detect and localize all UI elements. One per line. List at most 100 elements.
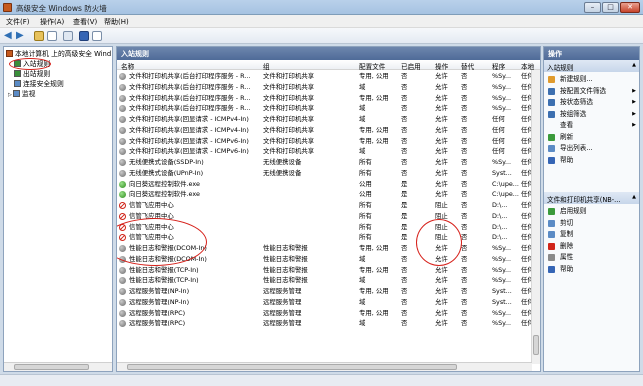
action-icon (548, 110, 555, 118)
action-label: 剪切 (560, 218, 574, 227)
selected-action-item-2[interactable]: 复制 (544, 229, 639, 240)
menu-help[interactable]: 帮助(H) (104, 17, 129, 27)
actions-pane: 操作 入站规则 ▲ 新建规则... 按配置文件筛选 ▶ 按状态筛选 ▶ 按组筛选 ▶ 查看 ▶ 刷… (543, 46, 640, 372)
maximize-button[interactable]: □ (602, 2, 619, 13)
action-label: 复制 (560, 230, 574, 238)
table-row[interactable]: 文件和打印机共享(后台打印程序服务 - R... 文件和打印机共享 域 否 允许 否 %Sy… (117, 82, 534, 93)
selected-action-item-0[interactable]: 启用规则 (544, 206, 639, 217)
table-row[interactable]: 无线便携式设备(UPnP-In) 无线便携设备 所有否允许否 Syst... 任何 (117, 168, 534, 179)
table-row[interactable]: 文件和打印机共享(后台打印程序服务 - R... 文件和打印机共享 专用, 公用 否 允… (117, 71, 534, 82)
table-row[interactable]: 信管飞应用中心 所有是阻止否 D:\... 任何 (117, 200, 534, 211)
selected-action-item-1[interactable]: 剪切 (544, 218, 639, 229)
help-icon[interactable] (79, 31, 89, 41)
action-icon (548, 242, 555, 250)
table-row[interactable]: 文件和打印机共享(回显请求 - ICMPv4-In) 文件和打印机共享 专用, 公用… (117, 125, 534, 136)
close-button[interactable]: ✕ (620, 2, 640, 13)
minimize-button[interactable]: – (584, 2, 601, 13)
properties-icon[interactable] (63, 31, 73, 41)
menu-action[interactable]: 操作(A) (40, 17, 64, 27)
up-folder-icon[interactable] (34, 31, 44, 41)
table-row[interactable]: 向日葵远程控制软件.exe 公用是允许否 C:\upe... 任何 (117, 179, 534, 190)
cell-name: 无线便携式设备(SSDP-In) (129, 158, 204, 166)
enabled-rule-icon (119, 191, 126, 199)
scroll-thumb[interactable] (533, 335, 539, 355)
cell-override: 否 (461, 179, 468, 188)
scroll-thumb[interactable] (14, 364, 89, 370)
selected-action-item-5[interactable]: 帮助 (544, 264, 639, 275)
action-item-1[interactable]: 按配置文件筛选 ▶ (544, 86, 639, 97)
actions-title: 操作 (544, 47, 639, 60)
selected-action-item-3[interactable]: 删除 (544, 241, 639, 252)
tree-horizontal-scrollbar[interactable] (4, 362, 112, 371)
table-row[interactable]: 性能日志和警报(TCP-In) 性能日志和警报 专用, 公用否允许否 %Sy... 任何 (117, 265, 534, 276)
col-program[interactable]: 程序 (492, 61, 505, 71)
cell-profile: 域 (359, 276, 366, 285)
table-row[interactable]: 远程服务管理(RPC) 远程服务管理域否允许否 %Sy... 任何 (117, 318, 534, 329)
menu-view[interactable]: 查看(V) (73, 17, 97, 27)
actions-section-selected[interactable]: 文件和打印机共享(NB-... ▲ (544, 192, 639, 204)
disabled-rule-icon (119, 83, 126, 91)
table-row[interactable]: 无线便携式设备(SSDP-In) 无线便携设备 所有否允许否 %Sy... 任何 (117, 157, 534, 168)
cell-group: 远程服务管理 (263, 287, 302, 295)
forward-arrow-icon[interactable]: ▶ (16, 31, 26, 41)
collapse-icon[interactable]: ▲ (632, 62, 636, 68)
cell-program: 任何 (492, 125, 505, 134)
action-item-2[interactable]: 按状态筛选 ▶ (544, 97, 639, 108)
cell-profile: 所有 (359, 201, 372, 209)
cell-program: %Sy... (492, 308, 512, 317)
action-item-5[interactable]: 刷新 (544, 132, 639, 143)
action-item-6[interactable]: 导出列表... (544, 143, 639, 154)
cell-override: 否 (461, 158, 468, 166)
col-profile[interactable]: 配置文件 (359, 61, 385, 71)
list-vertical-scrollbar[interactable] (531, 70, 540, 364)
cell-profile: 域 (359, 254, 366, 263)
cell-program: Syst... (492, 287, 512, 295)
cell-profile: 所有 (359, 222, 372, 231)
table-row[interactable]: 性能日志和警报(TCP-In) 性能日志和警报域否允许否 %Sy... 任何 (117, 275, 534, 286)
cell-name: 远程服务管理(NP-In) (129, 287, 190, 295)
selected-action-item-4[interactable]: 属性 (544, 252, 639, 263)
action-item-7[interactable]: 帮助 (544, 155, 639, 166)
table-row[interactable]: 文件和打印机共享(后台打印程序服务 - R... 文件和打印机共享 专用, 公用 否 允… (117, 93, 534, 104)
firewall-app-icon (3, 3, 12, 12)
menu-file[interactable]: 文件(F) (6, 17, 30, 27)
cell-override: 否 (461, 265, 468, 274)
table-row[interactable]: 远程服务管理(NP-In) 远程服务管理 专用, 公用否允许否 Syst... 任何 (117, 286, 534, 297)
disabled-rule-icon (119, 169, 126, 177)
table-row[interactable]: 远程服务管理(RPC) 远程服务管理 专用, 公用否允许否 %Sy... 任何 (117, 308, 534, 319)
tree-item-monitoring[interactable]: ▷ 监视 (8, 90, 35, 99)
col-action[interactable]: 操作 (435, 61, 448, 71)
cell-enabled: 否 (401, 276, 408, 285)
cell-enabled: 否 (401, 287, 408, 295)
action-item-0[interactable]: 新建规则... (544, 74, 639, 85)
actions-section-inbound[interactable]: 入站规则 ▲ (544, 60, 639, 72)
expand-arrow-icon[interactable]: ▷ (8, 92, 12, 98)
cell-group: 无线便携设备 (263, 158, 302, 166)
cell-program: %Sy... (492, 276, 512, 285)
tree-item-outbound-rules[interactable]: 出站规则 (14, 70, 50, 79)
console-icon[interactable] (92, 31, 102, 41)
table-row[interactable]: 文件和打印机共享(回显请求 - ICMPv6-In) 文件和打印机共享 域 否 允许 否 任… (117, 146, 534, 157)
show-hide-tree-icon[interactable] (47, 31, 57, 41)
col-override[interactable]: 替代 (461, 61, 474, 71)
cell-profile: 域 (359, 319, 366, 328)
table-row[interactable]: 远程服务管理(NP-In) 远程服务管理域否允许否 Syst... 任何 (117, 297, 534, 308)
table-row[interactable]: 文件和打印机共享(回显请求 - ICMPv6-In) 文件和打印机共享 专用, 公用… (117, 136, 534, 147)
list-horizontal-scrollbar[interactable] (117, 362, 532, 371)
col-enabled[interactable]: 已启用 (401, 61, 421, 71)
table-row[interactable]: 文件和打印机共享(回显请求 - ICMPv4-In) 文件和打印机共享 域 否 允许 否 任… (117, 114, 534, 125)
action-item-3[interactable]: 按组筛选 ▶ (544, 109, 639, 120)
table-row[interactable]: 向日葵远程控制软件.exe 公用是允许否 C:\upe... 任何 (117, 189, 534, 200)
back-arrow-icon[interactable]: ◀ (4, 31, 14, 41)
table-row[interactable]: 文件和打印机共享(后台打印程序服务 - R... 文件和打印机共享 域 否 允许 否 %Sy… (117, 103, 534, 114)
cell-name: 向日葵远程控制软件.exe (129, 179, 200, 188)
tree-item-connection-security[interactable]: 连接安全规则 (14, 80, 64, 89)
cell-enabled: 否 (401, 265, 408, 274)
cell-profile: 域 (359, 147, 366, 156)
col-name[interactable]: 名称 (121, 61, 134, 71)
col-group[interactable]: 组 (263, 61, 270, 71)
action-item-4[interactable]: 查看 ▶ (544, 120, 639, 131)
cell-action: 允许 (435, 168, 448, 177)
scroll-thumb[interactable] (127, 364, 457, 370)
collapse-icon[interactable]: ▲ (632, 194, 636, 200)
